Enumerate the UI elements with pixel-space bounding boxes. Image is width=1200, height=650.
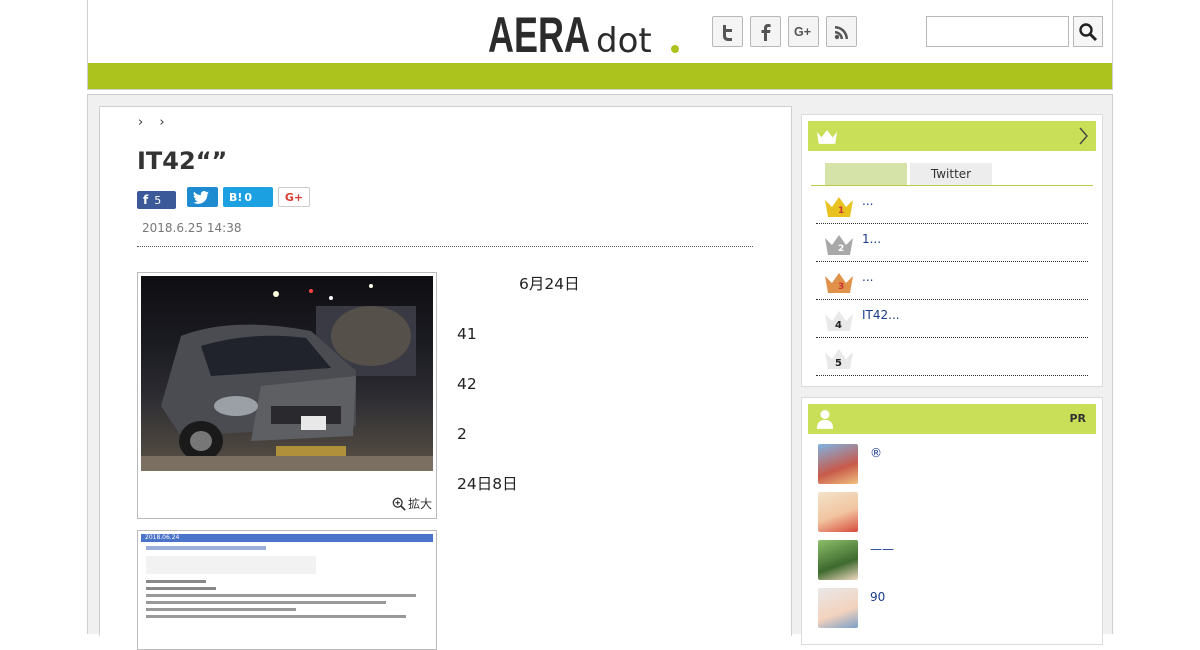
pr-item[interactable]: —— bbox=[818, 538, 1096, 586]
ranking-panel: Twitter 1 ... 2 1... 3 ... 4 IT42... 5 bbox=[801, 114, 1103, 387]
hatena-bookmark-button[interactable]: B! 0 bbox=[223, 187, 273, 207]
twitter-icon[interactable] bbox=[712, 16, 743, 47]
rank-number: 1 bbox=[838, 206, 845, 216]
pr-title[interactable]: —— bbox=[870, 542, 894, 556]
sidebar: Twitter 1 ... 2 1... 3 ... 4 IT42... 5 P… bbox=[801, 114, 1103, 645]
pr-header: PR bbox=[808, 404, 1096, 434]
site-header: AERA dot G+ bbox=[87, 0, 1113, 90]
google-plus-icon: G+ bbox=[284, 190, 304, 204]
ranking-title[interactable]: ... bbox=[862, 270, 873, 284]
article-body: 6月24日 41 42 2 24日8日 bbox=[457, 272, 757, 522]
rank-number: 2 bbox=[838, 244, 845, 254]
tab-ranking[interactable] bbox=[825, 163, 907, 185]
screenshot-line bbox=[146, 546, 266, 550]
ranking-item[interactable]: 4 IT42... bbox=[816, 300, 1088, 338]
screenshot-header: 2018.06.24 bbox=[141, 534, 433, 542]
screenshot-line bbox=[146, 615, 406, 618]
twitter-icon bbox=[193, 190, 209, 204]
ranking-header[interactable] bbox=[808, 121, 1096, 151]
facebook-share-button[interactable]: f 5 bbox=[137, 191, 176, 209]
pr-item[interactable] bbox=[818, 490, 1096, 538]
search-button[interactable] bbox=[1073, 16, 1103, 47]
tab-twitter[interactable]: Twitter bbox=[910, 163, 992, 185]
zoom-label: 拡大 bbox=[407, 497, 432, 511]
article: › › IT42“” f 5 B! 0 G+ 2018.6.25 14:38 拡… bbox=[99, 106, 792, 650]
zoom-button[interactable]: 拡大 bbox=[392, 495, 432, 512]
paragraph: 24日8日 bbox=[457, 475, 518, 493]
tweet-button[interactable] bbox=[187, 187, 218, 207]
aera-dot-logo[interactable]: AERA dot bbox=[488, 7, 683, 63]
screenshot-block bbox=[146, 556, 316, 574]
hatena-icon: B! bbox=[229, 190, 243, 204]
ranking-item[interactable]: 1 ... bbox=[816, 186, 1088, 224]
ranking-item[interactable]: 5 bbox=[816, 338, 1088, 376]
car-night-photo bbox=[141, 276, 433, 471]
screenshot-line bbox=[146, 587, 216, 590]
pr-item[interactable]: 90 bbox=[818, 586, 1096, 634]
ranking-title[interactable]: 1... bbox=[862, 232, 881, 246]
svg-text:dot: dot bbox=[596, 21, 652, 60]
pr-panel: PR ® —— 90 bbox=[801, 397, 1103, 645]
hatena-count: 0 bbox=[244, 190, 253, 204]
article-date: 2018.6.25 14:38 bbox=[142, 221, 242, 235]
pr-thumbnail[interactable] bbox=[818, 444, 858, 484]
rss-icon[interactable] bbox=[826, 16, 857, 47]
pr-thumbnail[interactable] bbox=[818, 588, 858, 628]
google-plus-icon[interactable]: G+ bbox=[788, 16, 819, 47]
svg-text:G+: G+ bbox=[794, 25, 811, 39]
user-icon bbox=[816, 410, 834, 429]
ranking-item[interactable]: 3 ... bbox=[816, 262, 1088, 300]
ranking-tabs: Twitter bbox=[811, 163, 1093, 186]
rank-number: 4 bbox=[835, 320, 842, 331]
pr-label: PR bbox=[1069, 412, 1086, 425]
google-plus-share-button[interactable]: G+ bbox=[278, 187, 310, 207]
paragraph: 2 bbox=[457, 425, 467, 443]
crown-icon bbox=[816, 129, 838, 144]
ranking-title[interactable]: ... bbox=[862, 194, 873, 208]
facebook-icon: f bbox=[143, 193, 149, 207]
facebook-icon[interactable] bbox=[750, 16, 781, 47]
paragraph: 42 bbox=[457, 375, 477, 393]
breadcrumb[interactable]: › › bbox=[138, 115, 171, 130]
pr-title[interactable]: 90 bbox=[870, 590, 885, 604]
search-input[interactable] bbox=[926, 16, 1069, 47]
zoom-icon bbox=[392, 497, 406, 511]
facebook-share-count: 5 bbox=[154, 193, 162, 207]
search-icon bbox=[1079, 22, 1098, 41]
pr-title[interactable]: ® bbox=[870, 446, 882, 460]
chevron-right-icon[interactable] bbox=[1078, 127, 1088, 145]
pr-thumbnail[interactable] bbox=[818, 540, 858, 580]
ranking-item[interactable]: 2 1... bbox=[816, 224, 1088, 262]
content-wrapper: › › IT42“” f 5 B! 0 G+ 2018.6.25 14:38 拡… bbox=[87, 94, 1113, 650]
screenshot-line bbox=[146, 608, 296, 611]
article-screenshot[interactable]: 2018.06.24 bbox=[137, 530, 437, 650]
paragraph: 41 bbox=[457, 325, 477, 343]
pr-item[interactable]: ® bbox=[818, 442, 1096, 490]
screenshot-line bbox=[146, 594, 416, 597]
rank-number: 5 bbox=[835, 358, 842, 369]
article-photo[interactable]: 拡大 bbox=[137, 272, 437, 519]
divider bbox=[137, 246, 753, 247]
screenshot-line bbox=[146, 580, 206, 583]
ranking-title[interactable]: IT42... bbox=[862, 308, 900, 322]
global-nav-bar bbox=[88, 63, 1112, 89]
page-title: IT42“” bbox=[137, 147, 228, 175]
rank-number: 3 bbox=[838, 282, 845, 292]
pr-thumbnail[interactable] bbox=[818, 492, 858, 532]
svg-text:AERA: AERA bbox=[488, 8, 590, 60]
paragraph: 6月24日 bbox=[457, 275, 580, 293]
screenshot-line bbox=[146, 601, 386, 604]
